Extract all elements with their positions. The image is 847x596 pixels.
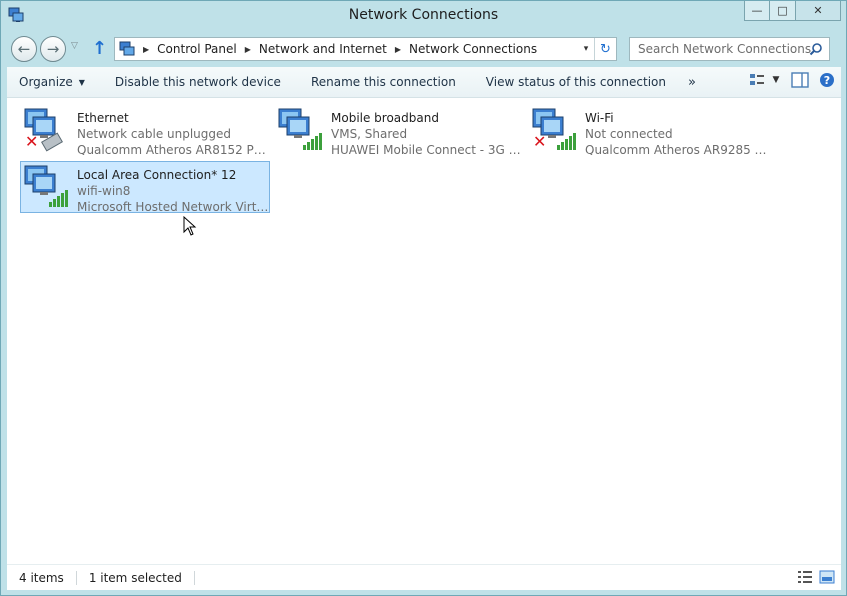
chevron-down-icon: ▼ [772,75,780,85]
search-placeholder: Search Network Connections [638,42,812,56]
connection-mobile-broadband[interactable]: Mobile broadband VMS, Shared HUAWEI Mobi… [274,104,524,156]
connection-status: wifi-win8 [77,184,131,198]
recent-locations-button[interactable]: ▽ [71,41,78,51]
error-x-icon: ✕ [25,132,39,151]
up-arrow-icon[interactable]: ↑ [92,38,107,59]
connection-device: Qualcomm Atheros AR8152 PCI-E... [77,143,269,155]
mouse-cursor-icon [183,216,197,236]
ethernet-icon: ✕ [21,105,73,155]
more-commands-button[interactable]: » [678,68,708,96]
connection-details: Wi-Fi Not connected Qualcomm Atheros AR9… [581,105,777,155]
refresh-button[interactable]: ↻ [594,38,616,60]
title-bar: Network Connections — □ ✕ [1,1,846,31]
breadcrumb-separator-icon[interactable]: ▶ [245,45,251,54]
connection-name: Local Area Connection* 12 [77,168,237,182]
connection-local-area-12[interactable]: Local Area Connection* 12 wifi-win8 Micr… [20,161,270,213]
preview-pane-icon[interactable] [791,72,809,88]
local-area-connection-icon [21,162,73,212]
connection-details: Ethernet Network cable unplugged Qualcom… [73,105,269,155]
connection-ethernet[interactable]: ✕ Ethernet Network cable unplugged Qualc… [20,104,270,156]
forward-button[interactable]: → [40,36,66,62]
navigation-bar: ← → ▽ ↑ ▶ Control Panel ▶ Network and In… [7,32,841,66]
view-status-button[interactable]: View status of this connection [468,68,678,96]
chevron-down-icon: ▼ [78,77,85,87]
view-toggle [797,570,835,584]
view-options: ▼ ? [749,71,835,89]
connection-device: Qualcomm Atheros AR9285 Wirel... [585,143,777,155]
change-view-button[interactable]: ▼ [749,71,781,89]
disable-device-button[interactable]: Disable this network device [97,68,293,96]
organize-label: Organize [19,75,73,89]
error-x-icon: ✕ [533,132,547,151]
connections-list: ✕ Ethernet Network cable unplugged Qualc… [7,98,841,564]
connection-status: Network cable unplugged [77,127,232,141]
connection-name: Wi-Fi [585,111,614,125]
address-dropdown-button[interactable]: ▾ [578,38,594,60]
selection-count: 1 item selected [77,570,195,585]
minimize-button[interactable]: — [744,1,770,21]
svg-text:?: ? [824,74,830,87]
search-input[interactable]: Search Network Connections [629,37,830,61]
details-view-icon[interactable] [797,570,813,584]
command-bar: Organize ▼ Disable this network device R… [7,67,841,98]
back-button[interactable]: ← [11,36,37,62]
maximize-button[interactable]: □ [770,1,796,21]
connection-name: Ethernet [77,111,129,125]
status-bar: 4 items 1 item selected [7,564,841,590]
change-view-icon [750,74,764,85]
breadcrumb-network-connections[interactable]: Network Connections [409,42,537,56]
connection-status: Not connected [585,127,673,141]
breadcrumb: ▶ Control Panel ▶ Network and Internet ▶… [135,42,537,56]
close-button[interactable]: ✕ [796,1,841,21]
breadcrumb-network-and-internet[interactable]: Network and Internet [259,42,387,56]
connection-details: Mobile broadband VMS, Shared HUAWEI Mobi… [327,105,523,155]
window: Network Connections — □ ✕ ← → ▽ ↑ ▶ Cont… [0,0,847,596]
organize-button[interactable]: Organize ▼ [7,68,97,96]
connection-wifi[interactable]: ✕ Wi-Fi Not connected Qualcomm Atheros A… [528,104,778,156]
connection-status: VMS, Shared [331,127,408,141]
connection-details: Local Area Connection* 12 wifi-win8 Micr… [73,162,269,212]
large-icons-view-icon[interactable] [819,570,835,584]
wifi-icon: ✕ [529,105,581,155]
connection-name: Mobile broadband [331,111,439,125]
window-controls: — □ ✕ [744,1,841,22]
breadcrumb-separator-icon[interactable]: ▶ [395,45,401,54]
address-bar[interactable]: ▶ Control Panel ▶ Network and Internet ▶… [114,37,617,61]
window-title: Network Connections [348,7,499,23]
breadcrumb-control-panel[interactable]: Control Panel [157,42,237,56]
connection-device: Microsoft Hosted Network Virtual... [77,200,269,212]
search-icon[interactable] [809,42,823,56]
breadcrumb-separator-icon[interactable]: ▶ [143,45,149,54]
mobile-broadband-icon [275,105,327,155]
control-panel-icon [119,41,135,56]
connection-device: HUAWEI Mobile Connect - 3G Ne... [331,143,523,155]
item-count: 4 items [7,570,77,585]
rename-connection-button[interactable]: Rename this connection [293,68,468,96]
help-icon[interactable]: ? [819,72,835,88]
